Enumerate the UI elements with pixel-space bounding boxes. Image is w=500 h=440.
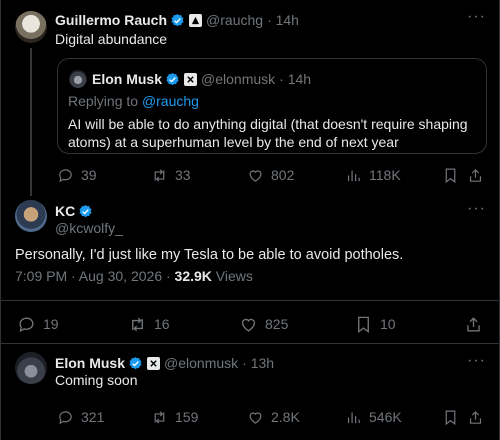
more-icon[interactable]: ··· <box>467 9 486 25</box>
like-button[interactable]: 2.8K <box>247 408 300 426</box>
post-time[interactable]: · 14h <box>267 12 299 28</box>
bookmark-icon <box>358 316 369 333</box>
quote-text-line-2: atoms) at a superhuman level by the end … <box>68 134 399 150</box>
post-text: Digital abundance <box>55 31 168 47</box>
bookmark-button[interactable] <box>442 408 459 426</box>
views-button[interactable]: 118K <box>345 166 401 184</box>
post-meta: 7:09 PM · Aug 30, 2026 · 32.9K Views <box>15 268 253 284</box>
bookmark-button[interactable]: 10 <box>354 315 396 333</box>
repost-count: 159 <box>175 409 199 425</box>
repost-icon <box>154 168 165 182</box>
like-icon <box>249 411 262 424</box>
more-icon[interactable]: ··· <box>467 201 486 217</box>
repost-button[interactable]: 159 <box>151 408 198 426</box>
author-handle[interactable]: @rauchg <box>206 12 263 28</box>
reply-icon <box>59 168 72 182</box>
avatar[interactable] <box>15 352 47 384</box>
bookmark-icon <box>445 168 456 183</box>
repost-button[interactable]: 16 <box>128 315 170 333</box>
reply-count: 19 <box>43 316 59 332</box>
like-count: 802 <box>271 167 295 183</box>
views-count: 546K <box>369 409 402 425</box>
views-button[interactable]: 546K <box>345 408 402 426</box>
verified-icon <box>171 13 184 26</box>
affiliate-badge-icon <box>189 13 203 27</box>
divider <box>1 343 500 344</box>
quoted-post[interactable]: Elon Musk @elonmusk · 14h Replying to @r… <box>57 58 487 154</box>
replying-to-handle[interactable]: @rauchg <box>142 93 199 109</box>
reply-icon <box>59 410 72 424</box>
bookmark-button[interactable] <box>442 166 459 184</box>
post-header: Guillermo Rauch @rauchg · 14h <box>55 11 299 29</box>
author-name[interactable]: Guillermo Rauch <box>55 12 167 28</box>
post-timestamp[interactable]: 7:09 PM · Aug 30, 2026 · <box>15 268 175 284</box>
verified-icon <box>166 72 179 85</box>
like-icon <box>249 169 262 182</box>
author-handle: @elonmusk <box>201 71 276 87</box>
views-icon <box>347 170 360 181</box>
reply-count: 321 <box>81 409 105 425</box>
affiliate-badge-icon <box>184 72 198 86</box>
share-icon <box>467 316 480 332</box>
post-time: · 14h <box>279 71 312 87</box>
timeline: Guillermo Rauch @rauchg · 14h ··· Digita… <box>0 0 500 440</box>
like-count: 2.8K <box>271 409 300 425</box>
author-name: Elon Musk <box>92 71 163 87</box>
author-handle[interactable]: @kcwolfy_ <box>55 218 123 238</box>
share-button[interactable] <box>464 315 483 333</box>
quote-text-line-1: AI will be able to do anything digital (… <box>68 116 468 132</box>
share-icon <box>469 168 482 182</box>
share-icon <box>469 410 482 424</box>
share-button[interactable] <box>467 408 484 426</box>
like-count: 825 <box>265 316 289 332</box>
views-icon <box>347 412 360 423</box>
like-icon <box>241 318 256 332</box>
post-time[interactable]: · 13h <box>242 355 274 371</box>
like-button[interactable]: 825 <box>239 315 288 333</box>
repost-count: 33 <box>175 167 191 183</box>
bookmark-count: 10 <box>380 316 396 332</box>
repost-icon <box>132 317 143 331</box>
repost-count: 16 <box>154 316 170 332</box>
post-text: Personally, I'd just like my Tesla to be… <box>15 247 404 263</box>
reply-button[interactable]: 39 <box>57 166 97 184</box>
author-name[interactable]: KC <box>55 203 75 219</box>
affiliate-badge-icon <box>147 356 161 370</box>
views-count: 32.9K <box>174 268 212 284</box>
divider <box>1 300 500 301</box>
avatar[interactable] <box>15 200 47 232</box>
verified-icon <box>129 356 142 369</box>
views-count: 118K <box>369 167 401 183</box>
avatar[interactable] <box>15 11 47 43</box>
replying-to: Replying to @rauchg <box>68 93 199 109</box>
reply-count: 39 <box>81 167 97 183</box>
bookmark-icon <box>445 410 456 425</box>
reply-button[interactable]: 19 <box>17 315 59 333</box>
reply-button[interactable]: 321 <box>57 408 104 426</box>
reply-icon <box>19 317 34 332</box>
views-label: Views <box>211 268 253 284</box>
avatar <box>69 70 87 88</box>
quote-header: Elon Musk @elonmusk · 14h <box>92 70 311 88</box>
repost-button[interactable]: 33 <box>151 166 191 184</box>
share-button[interactable] <box>467 166 484 184</box>
verified-icon <box>79 204 92 217</box>
like-button[interactable]: 802 <box>247 166 294 184</box>
replying-to-label: Replying to <box>68 93 142 109</box>
thread-line <box>30 48 32 196</box>
post-text: Coming soon <box>55 372 138 388</box>
more-icon[interactable]: ··· <box>467 353 486 369</box>
author-handle[interactable]: @elonmusk <box>164 355 238 371</box>
repost-icon <box>154 410 165 424</box>
author-name[interactable]: Elon Musk <box>55 355 125 371</box>
